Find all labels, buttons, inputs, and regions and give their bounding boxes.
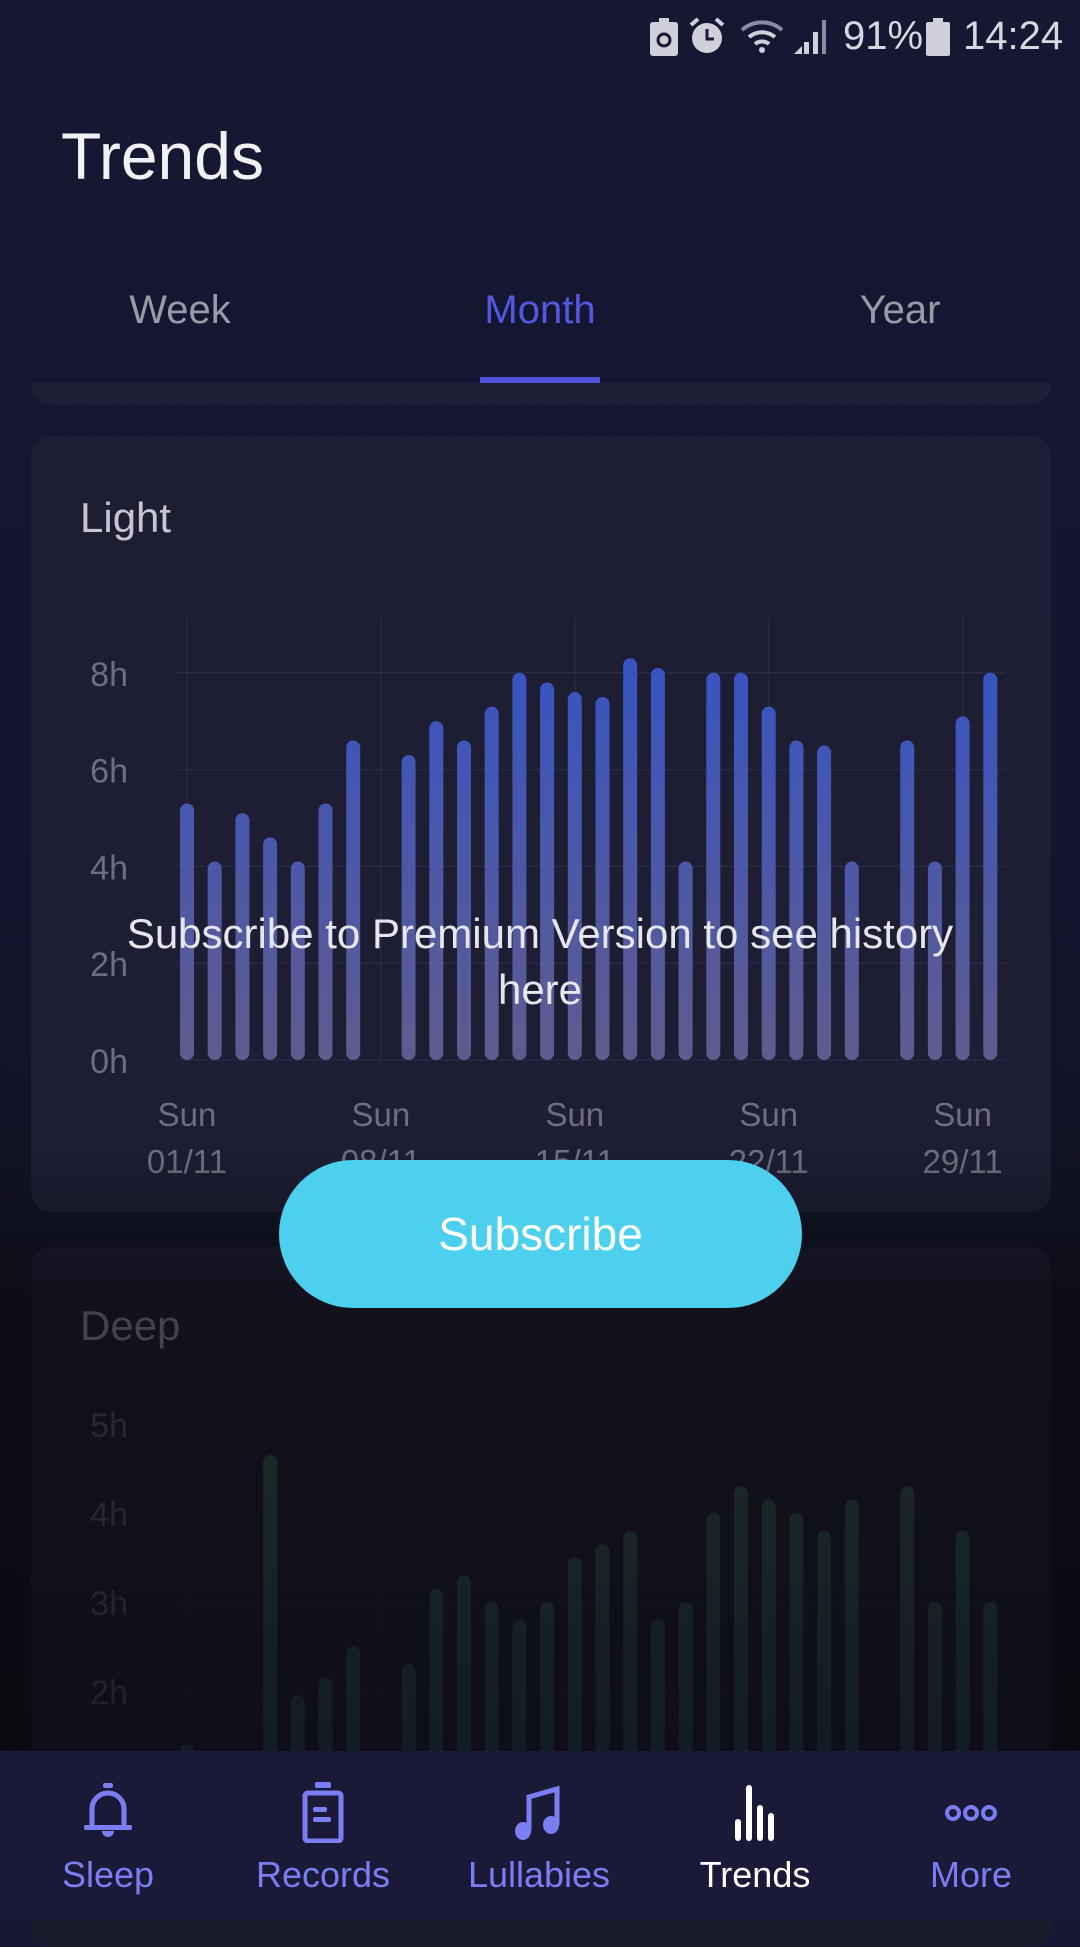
nav-item-more[interactable]: More <box>871 1751 1071 1920</box>
x-tick-day: Sun <box>352 1096 411 1133</box>
nav-item-lullabies[interactable]: Lullabies <box>439 1751 639 1920</box>
tab-week[interactable]: Week <box>129 288 231 333</box>
status-bar: 91% 14:24 <box>0 0 1080 76</box>
x-tick-day: Sun <box>545 1096 604 1133</box>
wifi-icon <box>740 20 784 53</box>
alarm-icon <box>689 17 725 53</box>
y-tick-label: 8h <box>90 656 128 694</box>
nav-item-records[interactable]: Records <box>223 1751 423 1920</box>
x-tick-day: Sun <box>933 1096 992 1133</box>
battery-percent: 91% <box>843 14 924 58</box>
nav-label: More <box>929 1854 1013 1895</box>
y-tick-label: 6h <box>90 753 128 791</box>
music-note-icon <box>515 1785 560 1840</box>
x-tick-day: Sun <box>739 1096 798 1133</box>
y-tick-label: 5h <box>90 1407 128 1445</box>
nav-label: Trends <box>699 1854 811 1895</box>
y-tick-label: 4h <box>90 849 128 887</box>
clock: 14:24 <box>963 14 1064 58</box>
previous-card-edge <box>31 383 1051 405</box>
bar-30/11 <box>983 672 998 1060</box>
y-tick-label: 0h <box>90 1043 128 1081</box>
bottom-nav: Sleep Records Lullabies Trends More <box>0 1751 1080 1920</box>
light-sleep-chart: 0h2h4h6h8hSun01/11Sun08/11Sun15/11Sun22/… <box>90 618 1005 1180</box>
x-tick-date: 01/11 <box>147 1143 227 1180</box>
nav-item-trends[interactable]: Trends <box>655 1751 855 1920</box>
nav-label: Records <box>255 1854 391 1895</box>
more-dots-icon <box>945 1805 997 1821</box>
nav-label: Sleep <box>61 1854 155 1895</box>
nav-label: Lullabies <box>467 1854 611 1895</box>
x-tick-day: Sun <box>158 1096 217 1133</box>
nav-item-sleep[interactable]: Sleep <box>8 1751 208 1920</box>
y-tick-label: 4h <box>90 1496 128 1534</box>
tab-month[interactable]: Month <box>484 288 595 333</box>
bar-chart-icon <box>735 1785 774 1841</box>
bell-icon <box>84 1783 132 1837</box>
y-tick-label: 2h <box>90 1674 128 1712</box>
records-icon <box>302 1782 344 1843</box>
subscribe-button[interactable]: Subscribe <box>279 1160 802 1308</box>
light-chart-title: Light <box>80 494 172 541</box>
premium-message: Subscribe to Premium Version to see hist… <box>126 910 954 1013</box>
deep-chart-title: Deep <box>80 1302 181 1349</box>
y-tick-label: 3h <box>90 1585 128 1623</box>
tab-year[interactable]: Year <box>860 288 941 333</box>
battery-icon <box>926 18 950 56</box>
x-tick-date: 29/11 <box>923 1143 1003 1180</box>
signal-icon <box>794 20 826 54</box>
battery-saver-icon <box>650 18 678 56</box>
page-title: Trends <box>61 119 264 193</box>
